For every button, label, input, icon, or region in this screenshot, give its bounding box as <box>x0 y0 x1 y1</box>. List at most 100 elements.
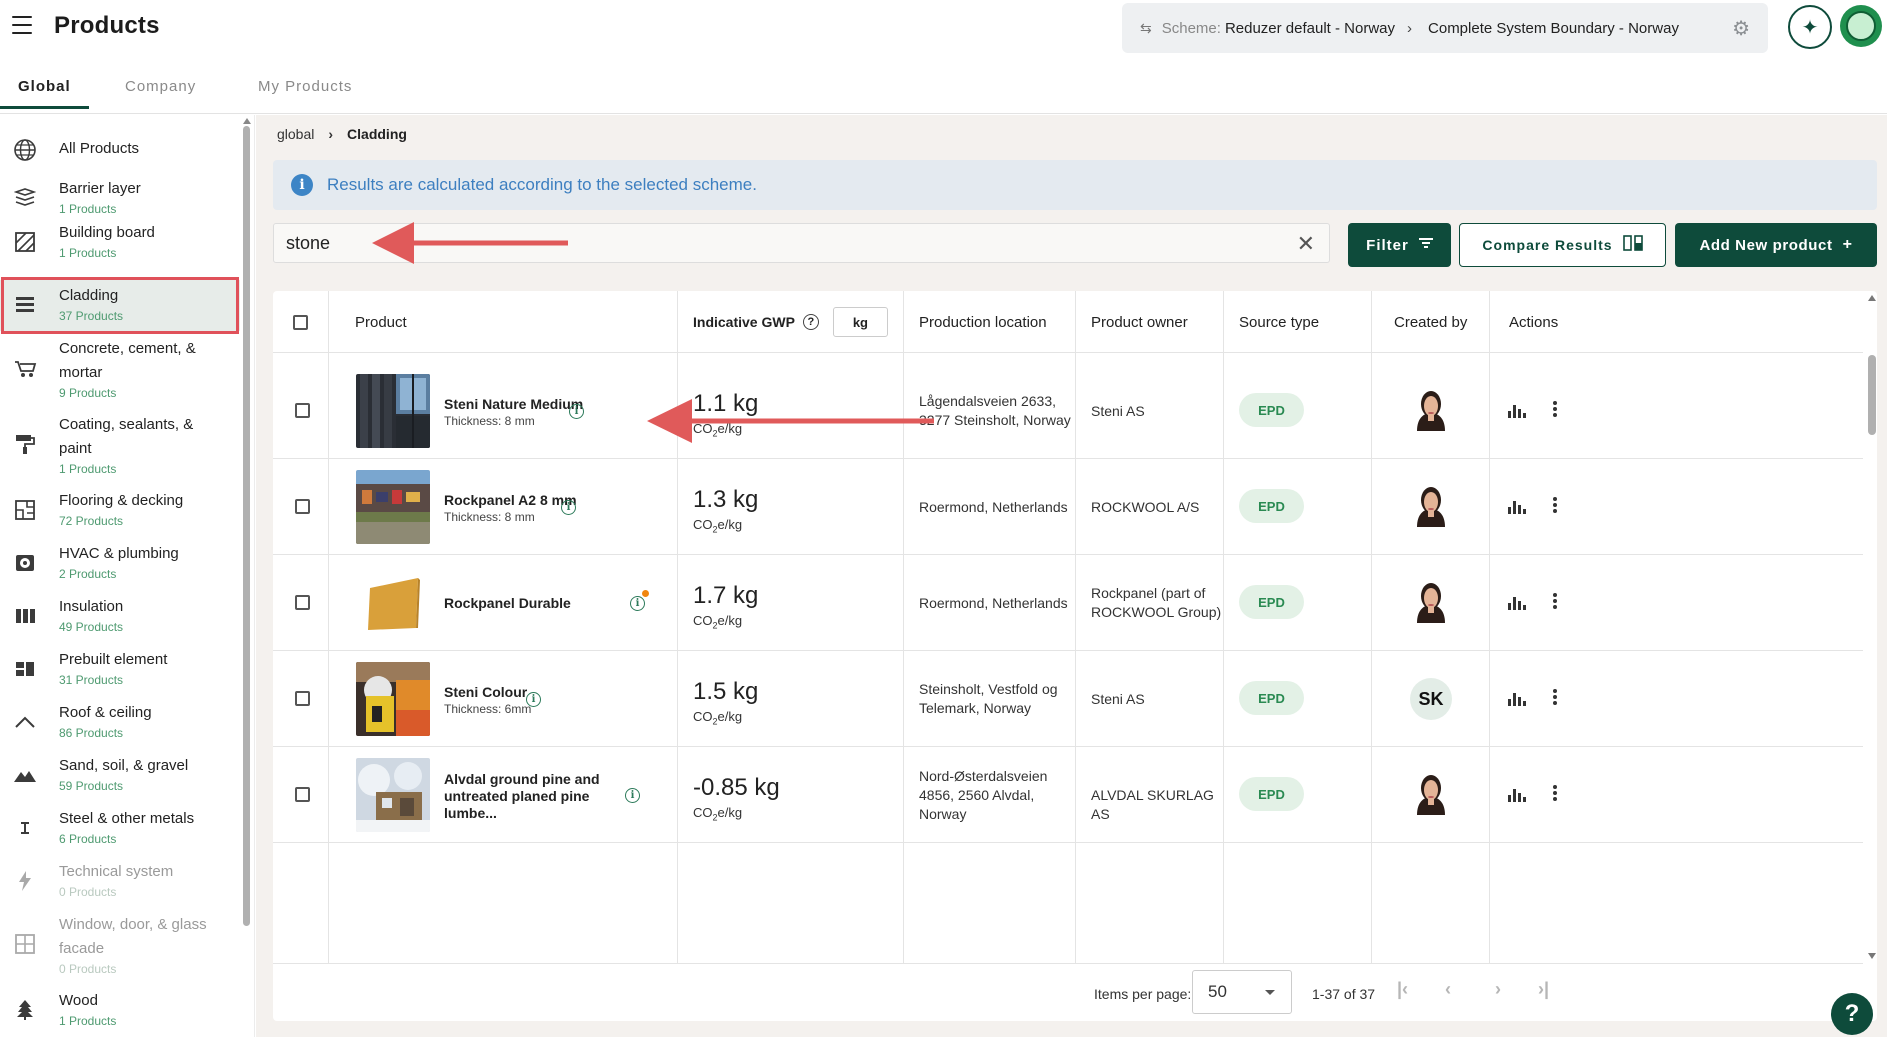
table-row[interactable]: Steni Nature Medium Thickness: 8 mm i 1.… <box>273 363 1863 459</box>
row-checkbox[interactable] <box>295 403 310 418</box>
sidebar-item-wood[interactable]: Wood 1 Products <box>0 989 240 1033</box>
col-header-created-by[interactable]: Created by <box>1394 291 1467 353</box>
row-checkbox[interactable] <box>295 499 310 514</box>
bar-chart-icon[interactable] <box>1508 789 1526 802</box>
product-info-icon[interactable]: i <box>625 788 640 803</box>
table-row[interactable]: Rockpanel A2 8 mm Thickness: 8 mm i 1.3 … <box>273 459 1863 555</box>
sidebar-item-sand[interactable]: Sand, soil, & gravel 59 Products <box>0 754 240 798</box>
scheme-value: Reduzer default - Norway <box>1224 19 1396 37</box>
scheme-selector[interactable]: ⇆ Scheme: Reduzer default - Norway › Com… <box>1122 3 1768 53</box>
table-row[interactable]: Rockpanel Durable i 1.7 kg CO2e/kg Roerm… <box>273 555 1863 651</box>
user-avatar[interactable] <box>1840 5 1882 47</box>
boundary-value: Complete System Boundary - Norway <box>1428 19 1679 37</box>
first-page-icon[interactable]: |‹ <box>1397 979 1408 1000</box>
sidebar-item-label: Barrier layer <box>59 180 141 197</box>
sidebar-scrollbar[interactable] <box>243 118 251 1037</box>
scrollbar-thumb[interactable] <box>243 126 250 926</box>
next-page-icon[interactable]: › <box>1495 979 1501 1000</box>
table-row[interactable]: Alvdal ground pine and untreated planed … <box>273 747 1863 843</box>
product-name[interactable]: Rockpanel A2 8 mm <box>444 492 614 509</box>
sidebar-item-label: All Products <box>59 140 140 157</box>
sidebar-item-concrete[interactable]: Concrete, cement, & mortar 9 Products <box>0 337 240 403</box>
more-vertical-icon[interactable] <box>1553 593 1557 609</box>
help-button[interactable]: ? <box>1831 993 1873 1035</box>
select-all-checkbox[interactable] <box>293 291 308 353</box>
gear-icon[interactable]: ⚙ <box>1732 16 1750 41</box>
product-owner: Steni AS <box>1091 691 1145 707</box>
production-location: Nord-Østerdalsveien 4856, 2560 Alvdal, N… <box>919 768 1048 822</box>
product-owner: Rockpanel (part of ROCKWOOL Group) <box>1091 585 1222 620</box>
product-thickness: Thickness: 6mm <box>444 702 532 716</box>
sidebar-item-hvac[interactable]: HVAC & plumbing 2 Products <box>0 542 240 586</box>
items-per-page-select[interactable]: 50 <box>1192 970 1292 1014</box>
sidebar-item-building-board[interactable]: Building board 1 Products <box>0 221 240 265</box>
tab-global[interactable]: Global <box>0 78 89 109</box>
sidebar-item-technical-system[interactable]: Technical system 0 Products <box>0 860 240 904</box>
ai-sparkle-button[interactable]: ✦ <box>1788 5 1832 49</box>
help-question-icon[interactable]: ? <box>802 314 819 330</box>
product-name[interactable]: Rockpanel Durable <box>444 595 614 612</box>
filter-lines-icon <box>1418 236 1433 254</box>
product-info-icon[interactable]: i <box>569 404 584 419</box>
previous-page-icon[interactable]: ‹ <box>1445 979 1451 1000</box>
sidebar-item-coating[interactable]: Coating, sealants, & paint 1 Products <box>0 413 240 479</box>
scroll-down-arrow-icon[interactable] <box>1868 953 1876 959</box>
product-thickness: Thickness: 8 mm <box>444 414 535 428</box>
sidebar-item-all-products[interactable]: All Products <box>0 133 240 167</box>
product-info-icon[interactable]: i <box>526 692 541 707</box>
hamburger-menu-icon[interactable] <box>12 16 32 34</box>
product-info-icon[interactable]: i <box>561 500 576 515</box>
tree-icon <box>12 997 38 1023</box>
search-input[interactable] <box>286 232 1186 254</box>
tab-company[interactable]: Company <box>125 78 196 105</box>
sidebar-item-flooring[interactable]: Flooring & decking 72 Products <box>0 489 240 533</box>
sidebar-item-window[interactable]: Window, door, & glass facade 0 Products <box>0 913 240 979</box>
more-vertical-icon[interactable] <box>1553 401 1557 417</box>
row-checkbox[interactable] <box>295 787 310 802</box>
gwp-unit-select[interactable]: kg <box>832 307 888 337</box>
sidebar-item-count: 1 Products <box>59 462 117 476</box>
sidebar-item-insulation[interactable]: Insulation 49 Products <box>0 595 240 639</box>
col-header-product[interactable]: Product <box>355 291 407 353</box>
table-row[interactable]: Steni Colour Thickness: 6mm i 1.5 kg CO2… <box>273 651 1863 747</box>
bar-chart-icon[interactable] <box>1508 501 1526 514</box>
product-thumbnail <box>356 662 430 736</box>
sidebar-item-steel[interactable]: Steel & other metals 6 Products <box>0 807 240 851</box>
tab-my-products[interactable]: My Products <box>258 78 352 105</box>
sidebar-item-prebuilt[interactable]: Prebuilt element 31 Products <box>0 648 240 692</box>
bar-chart-icon[interactable] <box>1508 693 1526 706</box>
creator-avatar <box>1409 579 1453 625</box>
close-icon[interactable]: ✕ <box>1297 231 1315 257</box>
compare-results-button[interactable]: Compare Results <box>1459 223 1666 267</box>
table-scrollbar[interactable] <box>1867 295 1877 963</box>
breadcrumb-root-link[interactable]: global <box>277 126 314 142</box>
gwp-unit: CO2e/kg <box>693 421 743 439</box>
bar-chart-icon[interactable] <box>1508 405 1526 418</box>
bar-chart-icon[interactable] <box>1508 597 1526 610</box>
filter-button[interactable]: Filter <box>1348 223 1451 267</box>
sparkle-icon: ✦ <box>1801 16 1819 39</box>
scroll-up-arrow-icon[interactable] <box>1868 295 1876 301</box>
sidebar-item-label: Sand, soil, & gravel <box>59 757 189 774</box>
col-header-gwp[interactable]: Indicative GWP ? kg <box>693 291 888 353</box>
product-info-icon[interactable]: i <box>630 596 645 611</box>
product-name[interactable]: Steni Nature Medium <box>444 396 614 413</box>
search-field[interactable]: ✕ <box>273 223 1330 263</box>
last-page-icon[interactable]: ›| <box>1538 979 1549 1000</box>
more-vertical-icon[interactable] <box>1553 689 1557 705</box>
scroll-up-arrow-icon[interactable] <box>243 118 251 124</box>
category-sidebar: All Products Barrier layer 1 Products Bui… <box>0 115 255 1037</box>
row-checkbox[interactable] <box>295 691 310 706</box>
col-header-source[interactable]: Source type <box>1239 291 1319 353</box>
col-header-location[interactable]: Production location <box>919 291 1047 353</box>
more-vertical-icon[interactable] <box>1553 497 1557 513</box>
product-name[interactable]: Alvdal ground pine and untreated planed … <box>444 771 614 822</box>
add-new-product-button[interactable]: Add New product + <box>1675 223 1877 267</box>
sidebar-item-roof[interactable]: Roof & ceiling 86 Products <box>0 701 240 745</box>
col-header-owner[interactable]: Product owner <box>1091 291 1188 353</box>
sidebar-item-barrier-layer[interactable]: Barrier layer 1 Products <box>0 177 240 221</box>
scrollbar-thumb[interactable] <box>1868 355 1876 435</box>
sidebar-item-label: Flooring & decking <box>59 492 184 509</box>
row-checkbox[interactable] <box>295 595 310 610</box>
more-vertical-icon[interactable] <box>1553 785 1557 801</box>
